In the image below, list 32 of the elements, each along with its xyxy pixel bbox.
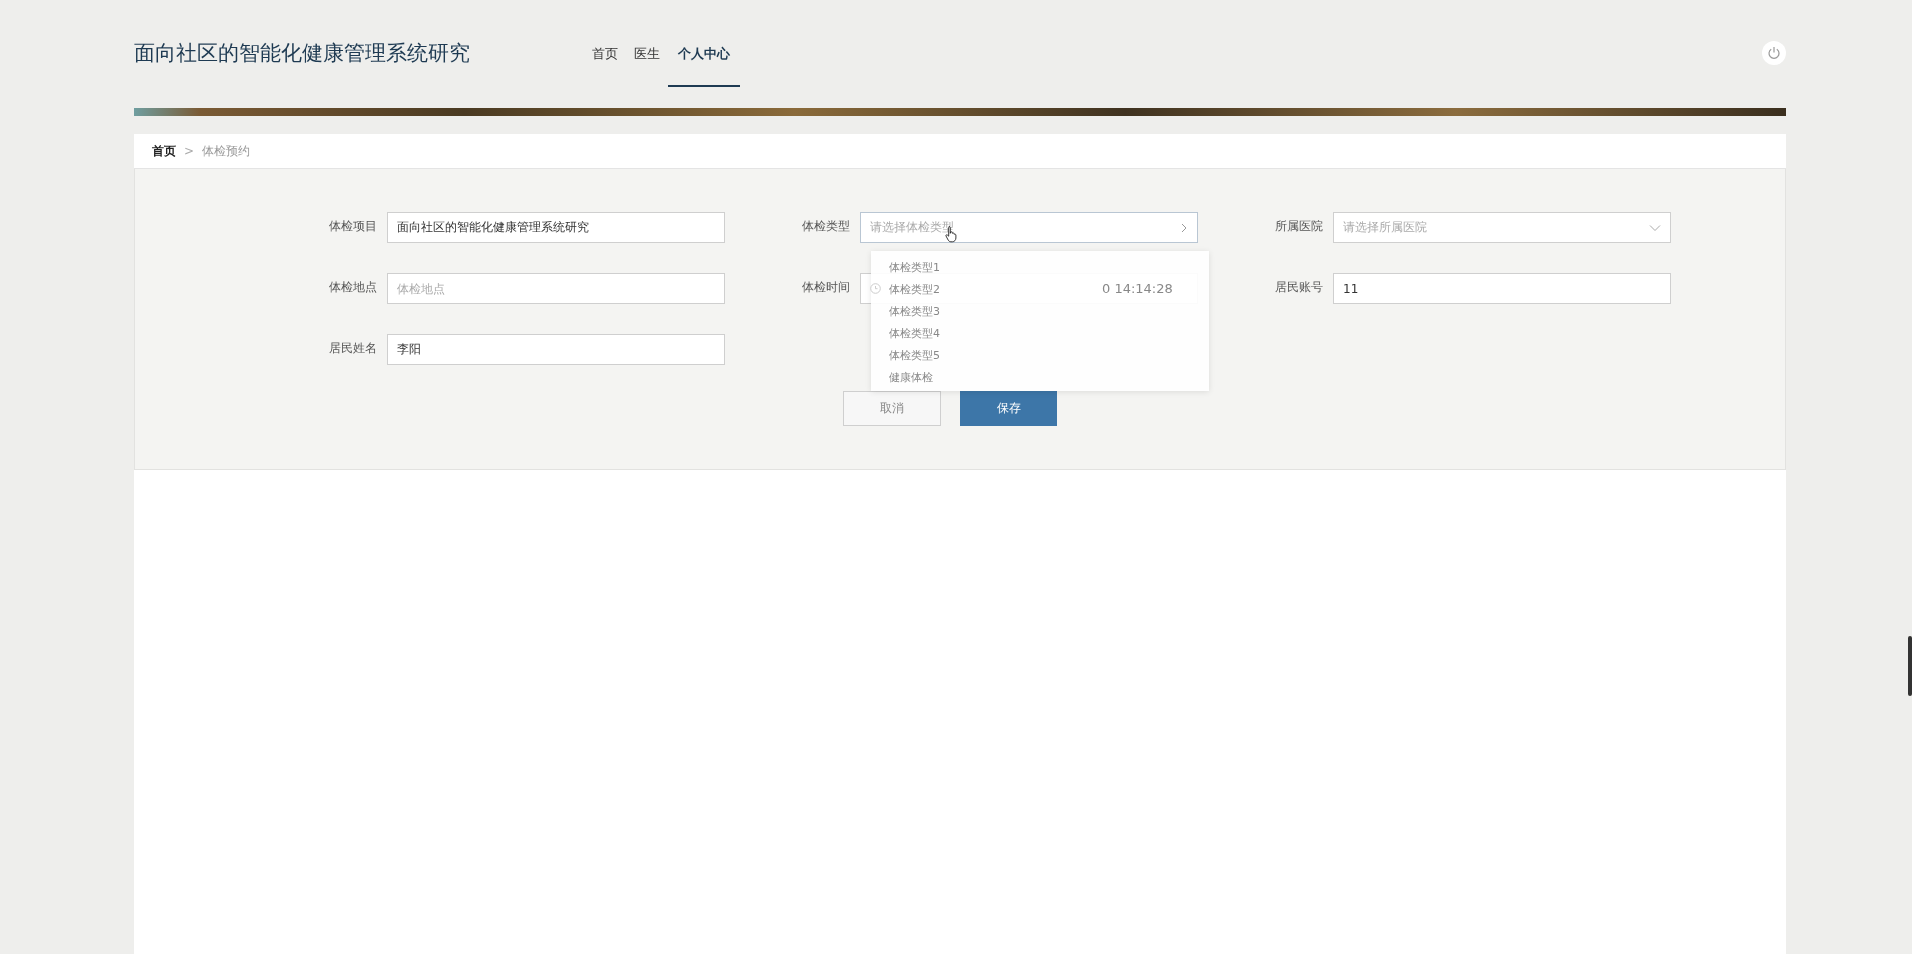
field-label: 所属医院	[1274, 218, 1323, 235]
field-label: 体检项目	[328, 218, 377, 235]
dropdown-option[interactable]: 体检类型3	[889, 301, 940, 323]
select-field[interactable]: 请选择所属医院	[1333, 212, 1671, 243]
nav-link[interactable]: 首页	[584, 44, 626, 85]
cancel-button[interactable]: 取消	[843, 391, 941, 426]
select-field[interactable]: 请选择体检类型	[860, 212, 1198, 243]
chevron-right-icon	[1180, 222, 1188, 233]
field-label: 体检地点	[328, 279, 377, 296]
field-label: 体检类型	[801, 218, 850, 235]
site-title: 面向社区的智能化健康管理系统研究	[134, 40, 471, 67]
dropdown-option[interactable]: 体检类型1	[889, 257, 940, 279]
power-icon[interactable]	[1762, 41, 1786, 65]
field-label: 居民账号	[1274, 279, 1323, 296]
scrollbar-thumb[interactable]	[1908, 636, 1912, 696]
save-button[interactable]: 保存	[960, 391, 1057, 426]
dropdown-option[interactable]: 健康体检	[889, 367, 933, 389]
field-label: 体检时间	[801, 279, 850, 296]
field-label: 居民姓名	[328, 340, 377, 357]
clock-icon	[870, 283, 881, 294]
dropdown-option[interactable]: 体检类型4	[889, 323, 940, 345]
input-field[interactable]: 面向社区的智能化健康管理系统研究	[387, 212, 725, 243]
nav-link[interactable]: 个人中心	[668, 44, 740, 87]
nav-link[interactable]: 医生	[626, 44, 668, 85]
dropdown-option[interactable]: 体检类型5	[889, 345, 940, 367]
breadcrumb-link[interactable]: 首页	[152, 142, 176, 160]
dropdown-option[interactable]: 体检类型2	[889, 279, 940, 301]
input-field[interactable]: 11	[1333, 273, 1671, 304]
chevron-down-icon	[1649, 223, 1661, 232]
breadcrumb-separator: >	[184, 144, 195, 158]
input-field[interactable]: 体检地点	[387, 273, 725, 304]
input-field[interactable]: 李阳	[387, 334, 725, 365]
